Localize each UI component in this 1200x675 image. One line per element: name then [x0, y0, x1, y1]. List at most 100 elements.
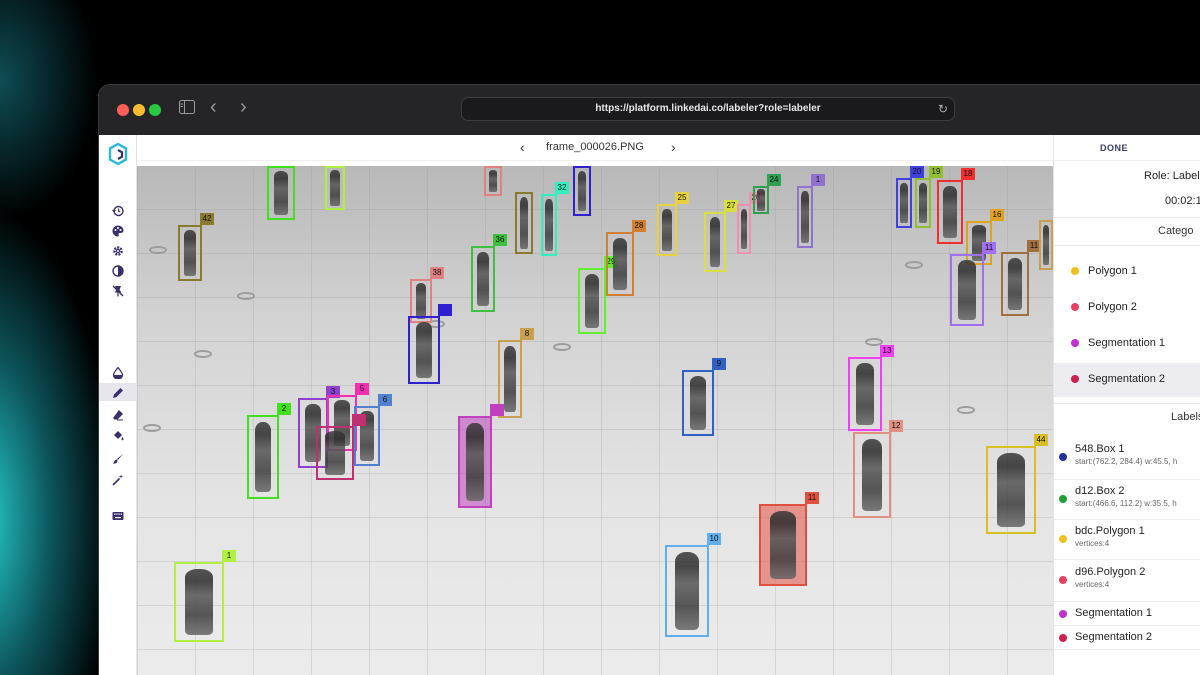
pedestrian-figure [919, 182, 927, 224]
pedestrian-figure [324, 431, 346, 475]
magic-wand-icon[interactable] [108, 470, 128, 488]
reload-icon[interactable]: ↻ [938, 98, 948, 120]
opacity-drop-icon[interactable] [108, 363, 128, 381]
bounding-box[interactable]: 11 [759, 492, 819, 586]
box-id-tag: 38 [430, 267, 444, 279]
bounding-box[interactable]: 26 [737, 192, 763, 254]
frame-navigation: ‹ frame_000026.PNG › [137, 135, 1053, 161]
bounding-box[interactable]: 13 [848, 345, 894, 431]
bounding-box[interactable] [458, 404, 504, 508]
bounding-box[interactable]: 1 [797, 174, 825, 248]
bounding-box[interactable] [484, 166, 502, 196]
label-item[interactable]: Segmentation 2 [1054, 627, 1200, 649]
bounding-box[interactable]: 1 [174, 550, 236, 642]
pedestrian-figure [415, 321, 433, 379]
bounding-box[interactable]: 29 [578, 256, 618, 334]
bounding-box[interactable]: 11 [950, 242, 996, 326]
linkedai-logo-icon[interactable] [108, 142, 128, 166]
keyboard-icon[interactable] [108, 506, 128, 524]
category-color-dot [1071, 267, 1079, 275]
settings-icon[interactable] [108, 241, 128, 259]
pedestrian-figure [662, 208, 672, 252]
bounding-box[interactable]: 25 [657, 192, 689, 256]
pedestrian-figure [504, 346, 516, 412]
floor-drain [905, 261, 923, 269]
bounding-box[interactable] [316, 414, 366, 480]
pedestrian-figure [709, 217, 721, 267]
bounding-box[interactable]: 24 [753, 174, 781, 214]
bounding-box[interactable]: 20 [896, 166, 924, 228]
bounding-box[interactable] [267, 166, 295, 220]
bounding-box[interactable]: 12 [853, 420, 903, 518]
divider [1054, 559, 1200, 560]
bounding-box[interactable]: 10 [665, 533, 721, 637]
label-item[interactable]: d12.Box 2 start:(466.6, 112.2) w:35.5, h [1054, 481, 1200, 519]
bounding-box[interactable]: 18 [937, 168, 975, 244]
eraser-icon[interactable] [108, 405, 128, 423]
pedestrian-figure [477, 251, 489, 307]
floor-drain [194, 350, 212, 358]
bounding-box[interactable] [325, 166, 345, 210]
bounding-box[interactable]: 11 [1001, 240, 1041, 316]
pen-tool-icon[interactable] [99, 383, 137, 401]
category-item[interactable]: Polygon 1 [1054, 255, 1200, 289]
divider [1054, 217, 1200, 218]
label-name: d12.Box 2 [1075, 485, 1125, 497]
category-item[interactable]: Segmentation 1 [1054, 327, 1200, 361]
bounding-box[interactable]: 36 [471, 234, 507, 312]
category-item[interactable]: Polygon 2 [1054, 291, 1200, 325]
hide-labels-icon[interactable] [108, 281, 128, 299]
sidebar-toggle-icon[interactable] [179, 99, 195, 119]
bounding-box[interactable]: 28 [606, 220, 646, 296]
palette-icon[interactable] [108, 221, 128, 239]
pedestrian-figure [769, 510, 797, 580]
bounding-box[interactable]: 27 [704, 200, 738, 272]
brush-icon[interactable] [108, 449, 128, 467]
bounding-box[interactable] [1039, 220, 1053, 270]
pedestrian-figure [488, 169, 498, 193]
bounding-box[interactable] [408, 304, 452, 384]
browser-window: ‹ › https://platform.linkedai.co/labeler… [98, 84, 1200, 675]
label-item[interactable]: 548.Box 1 start:(762.2, 284.4) w:45.5, h [1054, 439, 1200, 477]
browser-forward-icon[interactable]: › [240, 97, 247, 117]
pedestrian-figure [577, 170, 587, 212]
divider [1054, 479, 1200, 480]
label-name: bdc.Polygon 1 [1075, 525, 1145, 537]
fill-bucket-icon[interactable] [108, 426, 128, 444]
pedestrian-figure [466, 423, 484, 501]
category-label: Segmentation 2 [1088, 373, 1166, 385]
box-id-tag: 32 [555, 182, 569, 194]
done-button[interactable]: DONE [1100, 143, 1128, 153]
next-frame-button[interactable]: › [671, 139, 676, 155]
label-name: Segmentation 1 [1075, 607, 1153, 619]
bounding-box[interactable]: 19 [915, 166, 943, 228]
bounding-box[interactable]: 32 [541, 182, 569, 256]
pedestrian-figure [856, 363, 874, 425]
pedestrian-figure [801, 191, 809, 243]
bounding-box[interactable] [515, 192, 533, 254]
category-color-dot [1071, 339, 1079, 347]
maximize-window-button[interactable] [149, 104, 161, 116]
close-window-button[interactable] [117, 104, 129, 116]
history-icon[interactable] [108, 201, 128, 219]
browser-back-icon[interactable]: ‹ [210, 97, 217, 117]
box-id-tag: 6 [378, 394, 392, 406]
floor-drain [143, 424, 161, 432]
pedestrian-figure [741, 208, 747, 250]
bounding-box[interactable]: 9 [682, 358, 726, 436]
label-detail: start:(466.6, 112.2) w:35.5, h [1075, 499, 1177, 508]
annotation-canvas[interactable]: 42 2 1 38 8 36 29 28 25 27 26 24 32 1 9 13 12 44 11 10 20 19 1… [137, 166, 1053, 675]
label-item[interactable]: bdc.Polygon 1 vertices:4 [1054, 521, 1200, 559]
bounding-box[interactable]: 42 [178, 213, 214, 281]
label-item[interactable]: d96.Polygon 2 vertices:4 [1054, 562, 1200, 600]
minimize-window-button[interactable] [133, 104, 145, 116]
contrast-icon[interactable] [108, 261, 128, 279]
category-item-selected[interactable]: Segmentation 2 [1054, 363, 1200, 397]
bounding-box[interactable]: 44 [986, 434, 1048, 534]
label-color-dot [1059, 453, 1067, 461]
bounding-box[interactable]: 2 [247, 403, 291, 499]
label-item[interactable]: Segmentation 1 [1054, 603, 1200, 625]
box-id-tag: 20 [910, 166, 924, 178]
address-bar[interactable]: https://platform.linkedai.co/labeler?rol… [461, 97, 955, 121]
bounding-box[interactable] [573, 166, 591, 216]
